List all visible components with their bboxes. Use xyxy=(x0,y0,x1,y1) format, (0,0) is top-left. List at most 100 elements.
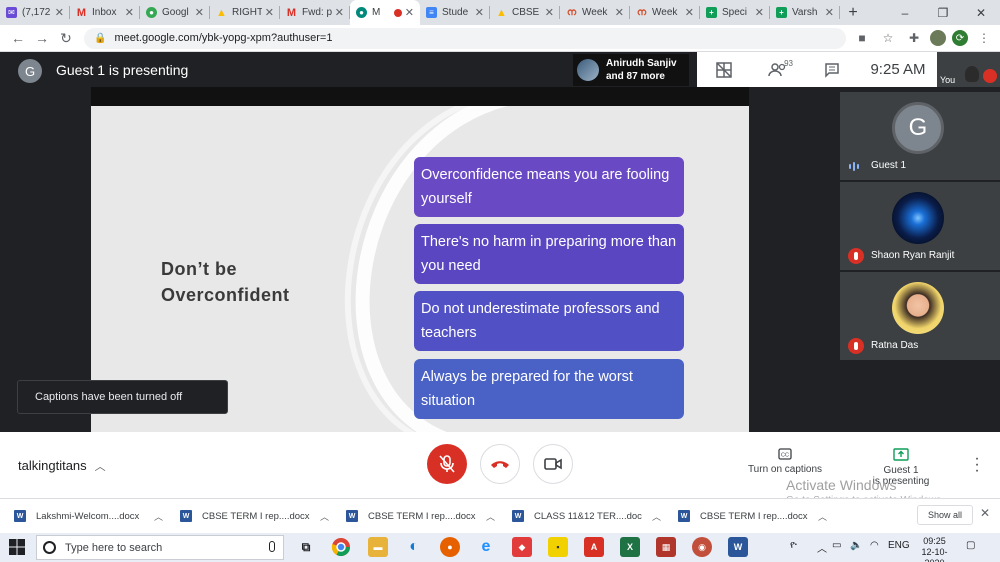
chat-icon[interactable] xyxy=(805,52,859,87)
chevron-up-icon[interactable]: ︿ xyxy=(154,510,163,523)
participants-chip[interactable]: Anirudh Sanjiv and 87 more xyxy=(573,54,689,86)
lock-icon: 🔒 xyxy=(94,32,107,44)
back-arrow-icon[interactable]: ← xyxy=(6,26,30,50)
notifications-icon[interactable]: ▢ xyxy=(966,540,975,551)
word-icon[interactable]: W xyxy=(728,537,748,557)
chevron-up-icon[interactable]: ︿ xyxy=(652,510,661,523)
forward-arrow-icon[interactable]: → xyxy=(30,26,54,50)
extension-icon[interactable]: ⟳ xyxy=(952,30,968,46)
recording-dot-icon xyxy=(393,8,402,17)
meeting-details-button[interactable]: talkingtitans ︿ xyxy=(18,458,106,474)
excel-icon[interactable]: X xyxy=(620,537,640,557)
browser-tab[interactable]: M Fwd: p ✕ xyxy=(280,0,350,25)
people-icon[interactable]: 93 xyxy=(751,52,805,87)
download-item[interactable]: W CBSE TERM I rep....docx ︿ xyxy=(678,508,843,524)
close-tab-icon[interactable]: ✕ xyxy=(265,6,274,19)
close-tab-icon[interactable]: ✕ xyxy=(125,6,134,19)
browser-tab[interactable]: ▲ CBSE ✕ xyxy=(490,0,560,25)
microphone-icon[interactable] xyxy=(269,541,275,552)
download-item[interactable]: W CBSE TERM I rep....docx ︿ xyxy=(180,508,345,524)
participant-tile[interactable]: Shaon Ryan Ranjit xyxy=(840,182,1000,270)
more-options-icon[interactable]: · · · xyxy=(972,451,982,479)
close-tab-icon[interactable]: ✕ xyxy=(755,6,764,19)
download-item[interactable]: W CBSE TERM I rep....docx ︿ xyxy=(346,508,511,524)
media-app-icon[interactable]: ◉ xyxy=(692,537,712,557)
wifi-icon[interactable]: ◠ xyxy=(870,540,879,551)
chrome-icon[interactable] xyxy=(331,537,351,557)
participant-name: Guest 1 xyxy=(871,160,907,171)
close-tab-icon[interactable]: ✕ xyxy=(685,6,694,19)
close-tab-icon[interactable]: ✕ xyxy=(55,6,64,19)
close-tab-icon[interactable]: ✕ xyxy=(475,6,484,19)
close-tab-icon[interactable]: ✕ xyxy=(195,6,204,19)
file-explorer-icon[interactable]: ▬ xyxy=(368,537,388,557)
close-tab-icon[interactable]: ✕ xyxy=(335,6,344,19)
maximize-button[interactable]: ❐ xyxy=(924,0,962,25)
close-downloads-icon[interactable]: ✕ xyxy=(980,506,990,520)
close-window-button[interactable]: ✕ xyxy=(962,0,1000,25)
browser-tab[interactable]: M Inbox ✕ xyxy=(70,0,140,25)
browser-tab-active[interactable]: ● M ✕ xyxy=(350,0,420,25)
new-tab-button[interactable]: + xyxy=(840,0,866,25)
participant-avatar xyxy=(892,192,944,244)
participant-tile[interactable]: Ratna Das xyxy=(840,272,1000,360)
url-input[interactable]: 🔒 meet.google.com/ybk-yopg-xpm?authuser=… xyxy=(84,27,846,49)
battery-icon[interactable]: ▭ xyxy=(832,540,841,551)
leave-call-button[interactable] xyxy=(480,444,520,484)
tray-chevron-icon[interactable]: ︿ xyxy=(817,540,827,555)
slide-title: Don’t be Overconfident xyxy=(161,256,331,308)
browser-tab[interactable]: ● Googl ✕ xyxy=(140,0,210,25)
pdf-reader-icon[interactable]: A xyxy=(584,537,604,557)
captions-label: Turn on captions xyxy=(747,464,823,475)
people-tray-icon[interactable]: ዮ xyxy=(790,540,797,551)
browser-tab[interactable]: ന Week ✕ xyxy=(630,0,700,25)
close-tab-icon[interactable]: ✕ xyxy=(405,6,414,19)
browser-tab[interactable]: ≡ Stude ✕ xyxy=(420,0,490,25)
extensions-puzzle-icon[interactable]: ✚ xyxy=(904,28,924,48)
anydesk-icon[interactable]: ◆ xyxy=(512,537,532,557)
taskbar-search-input[interactable]: Type here to search xyxy=(36,535,284,560)
captions-button[interactable]: CC Turn on captions xyxy=(744,448,826,475)
presenting-label: Guest 1 is presenting xyxy=(56,62,189,78)
sticky-notes-icon[interactable]: ▪ xyxy=(548,537,568,557)
download-filename: CBSE TERM I rep....docx xyxy=(700,510,808,522)
reload-icon[interactable]: ↻ xyxy=(54,26,78,50)
download-item[interactable]: W Lakshmi-Welcom....docx ︿ xyxy=(14,508,179,524)
close-tab-icon[interactable]: ✕ xyxy=(825,6,834,19)
language-indicator[interactable]: ENG xyxy=(888,540,910,551)
chevron-up-icon[interactable]: ︿ xyxy=(320,510,329,523)
profile-avatar[interactable] xyxy=(930,30,946,46)
chevron-up-icon[interactable]: ︿ xyxy=(818,510,827,523)
task-view-icon[interactable]: ⧉ xyxy=(296,537,316,557)
word-file-icon: W xyxy=(180,510,192,522)
word-file-icon: W xyxy=(14,510,26,522)
participant-tile[interactable]: G Guest 1 xyxy=(840,92,1000,180)
internet-explorer-icon[interactable]: e xyxy=(476,537,496,557)
mic-toggle-button[interactable] xyxy=(427,444,467,484)
self-video-tile[interactable]: You xyxy=(937,52,1000,87)
camera-toggle-button[interactable] xyxy=(533,444,573,484)
layout-grid-icon[interactable] xyxy=(697,52,751,87)
download-item[interactable]: W CLASS 11&12 TER....doc ︿ xyxy=(512,508,677,524)
windows-start-icon[interactable] xyxy=(8,538,26,556)
winrar-icon[interactable]: ▦ xyxy=(656,537,676,557)
browser-tab[interactable]: ✉ (7,172 ✕ xyxy=(0,0,70,25)
camera-icon[interactable]: ■ xyxy=(852,28,872,48)
minimize-button[interactable]: – xyxy=(886,0,924,25)
browser-tab[interactable]: ന Week ✕ xyxy=(560,0,630,25)
close-tab-icon[interactable]: ✕ xyxy=(615,6,624,19)
firefox-icon[interactable]: ● xyxy=(440,537,460,557)
star-icon[interactable]: ☆ xyxy=(878,28,898,48)
close-tab-icon[interactable]: ✕ xyxy=(545,6,554,19)
browser-menu-icon[interactable]: ⋮ xyxy=(974,28,994,48)
browser-tab[interactable]: + Speci ✕ xyxy=(700,0,770,25)
word-file-icon: W xyxy=(678,510,690,522)
browser-tab[interactable]: + Varsh ✕ xyxy=(770,0,840,25)
volume-icon[interactable]: 🔈 xyxy=(850,540,862,551)
chevron-up-icon[interactable]: ︿ xyxy=(486,510,495,523)
edge-icon[interactable]: ◐ xyxy=(404,537,424,557)
taskbar-clock[interactable]: 09:25 12-10-2020 xyxy=(912,536,957,562)
show-all-downloads-button[interactable]: Show all xyxy=(917,505,973,525)
browser-tab[interactable]: ▲ RIGHT ✕ xyxy=(210,0,280,25)
participant-avatar xyxy=(577,59,599,81)
